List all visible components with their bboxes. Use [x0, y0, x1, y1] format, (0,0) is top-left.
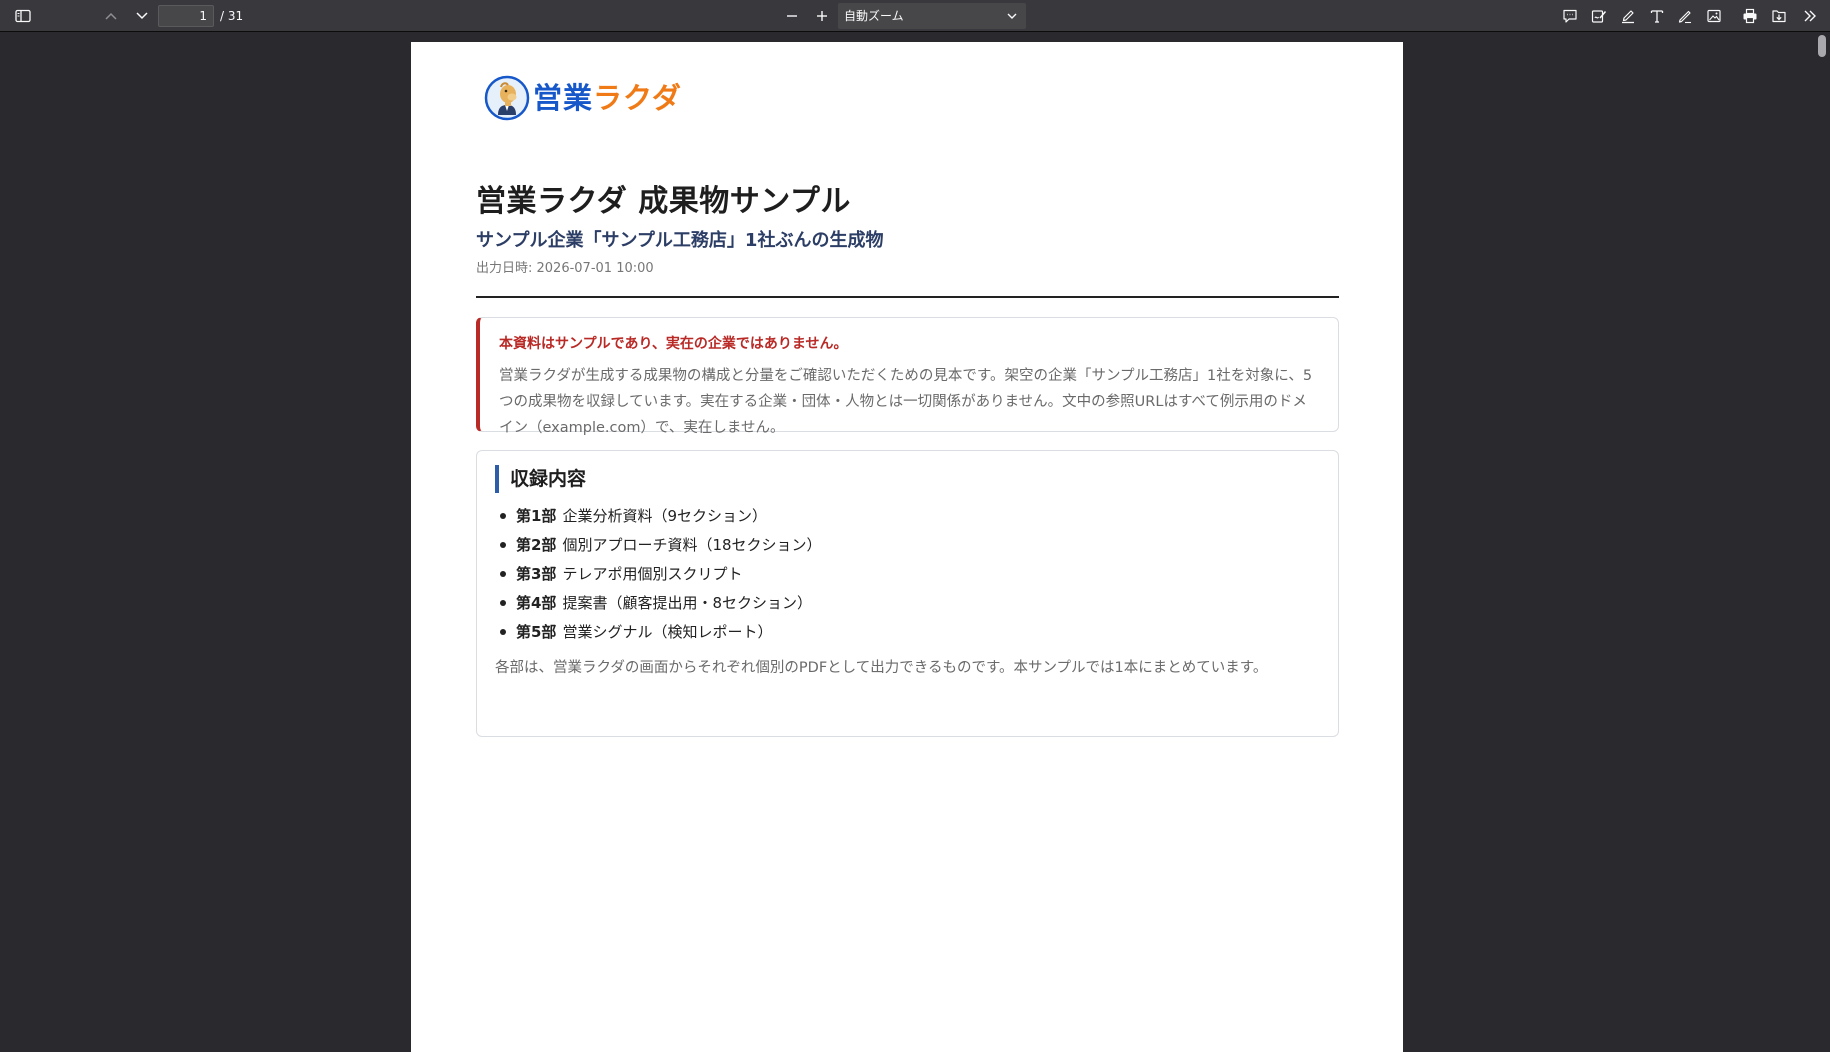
bullet-icon	[500, 512, 506, 519]
text-icon	[1650, 10, 1664, 23]
list-item: 第1部 企業分析資料（9セクション）	[495, 501, 1320, 530]
company-logo: 営業ラクダ	[484, 75, 682, 121]
signature-icon	[1591, 10, 1607, 23]
document-viewer[interactable]: 営業ラクダ 営業ラクダ 成果物サンプル サンプル企業「サンプル工務店」1社ぶんの…	[0, 33, 1830, 1052]
list-item: 第3部 テレアポ用個別スクリプト	[495, 559, 1320, 588]
part-description: テレアポ用個別スクリプト	[562, 565, 743, 583]
contents-box: 収録内容 第1部 企業分析資料（9セクション） 第2部 個別アプローチ資料（18…	[476, 450, 1339, 737]
title-divider	[476, 296, 1339, 298]
zoom-out-button[interactable]	[779, 4, 805, 28]
save-icon	[1772, 10, 1786, 23]
document-subtitle: サンプル企業「サンプル工務店」1社ぶんの生成物	[476, 230, 884, 251]
part-description: 個別アプローチ資料（18セクション）	[562, 536, 822, 554]
sidebar-toggle-button[interactable]	[10, 4, 36, 28]
contents-note: 各部は、営業ラクダの画面からそれぞれ個別のPDFとして出力できるものです。本サン…	[495, 660, 1268, 676]
next-page-icon	[136, 12, 148, 20]
sample-notice-box: 本資料はサンプルであり、実在の企業ではありません。 営業ラクダが生成する成果物の…	[476, 317, 1339, 436]
vertical-scrollbar-thumb[interactable]	[1818, 35, 1826, 57]
tools-menu-button[interactable]	[1797, 4, 1823, 28]
list-item: 第5部 営業シグナル（検知レポート）	[495, 617, 1320, 646]
tools-menu-icon	[1804, 10, 1816, 22]
notice-body: 営業ラクダが生成する成果物の構成と分量をご確認いただくための見本です。架空の企業…	[499, 368, 1313, 436]
part-label: 第4部	[516, 594, 557, 612]
output-date: 出力日時: 2026-07-01 10:00	[476, 261, 654, 276]
contents-heading: 収録内容	[495, 465, 1320, 493]
part-label: 第3部	[516, 565, 557, 583]
highlight-icon	[1622, 10, 1634, 24]
save-button[interactable]	[1766, 4, 1792, 28]
image-icon	[1707, 9, 1721, 23]
text-tool-button[interactable]	[1644, 4, 1670, 28]
zoom-in-button[interactable]	[809, 4, 835, 28]
contents-list: 第1部 企業分析資料（9セクション） 第2部 個別アプローチ資料（18セクション…	[495, 501, 1320, 646]
camel-mascot-icon	[484, 75, 530, 121]
draw-button[interactable]	[1672, 4, 1698, 28]
bullet-icon	[500, 628, 506, 635]
document-title: 営業ラクダ 成果物サンプル	[476, 184, 851, 219]
pdf-page: 営業ラクダ 営業ラクダ 成果物サンプル サンプル企業「サンプル工務店」1社ぶんの…	[411, 42, 1403, 1052]
comment-button[interactable]	[1557, 4, 1583, 28]
notice-title: 本資料はサンプルであり、実在の企業ではありません。	[499, 336, 848, 352]
page-count-label: / 31	[220, 9, 244, 23]
zoom-out-icon	[787, 15, 797, 17]
highlight-button[interactable]	[1615, 4, 1641, 28]
logo-text-blue: 営業	[533, 81, 594, 115]
bullet-icon	[500, 570, 506, 577]
comment-icon	[1563, 9, 1577, 23]
list-item: 第4部 提案書（顧客提出用・8セクション）	[495, 588, 1320, 617]
bullet-icon	[500, 541, 506, 548]
draw-icon	[1678, 10, 1691, 24]
zoom-select-value: 自動ズーム	[844, 9, 904, 23]
chevron-down-icon	[1007, 13, 1017, 19]
logo-wordmark: 営業ラクダ	[533, 78, 682, 118]
part-description: 営業シグナル（検知レポート）	[562, 623, 773, 641]
part-label: 第5部	[516, 623, 557, 641]
list-item: 第2部 個別アプローチ資料（18セクション）	[495, 530, 1320, 559]
part-label: 第2部	[516, 536, 557, 554]
sidebar-toggle-icon	[15, 9, 31, 23]
page-number-input[interactable]: 1	[158, 5, 214, 27]
part-description: 企業分析資料（9セクション）	[562, 507, 767, 525]
print-button[interactable]	[1737, 4, 1763, 28]
print-icon	[1743, 8, 1757, 24]
contents-title: 収録内容	[510, 468, 587, 490]
image-button[interactable]	[1701, 4, 1727, 28]
pdf-toolbar: 1 / 31 自動ズーム	[0, 0, 1830, 32]
zoom-in-icon	[817, 11, 827, 21]
previous-page-button[interactable]	[98, 4, 124, 28]
part-description: 提案書（顧客提出用・8セクション）	[562, 594, 812, 612]
logo-text-orange: ラクダ	[593, 81, 682, 115]
bullet-icon	[500, 599, 506, 606]
zoom-select[interactable]: 自動ズーム	[838, 3, 1026, 29]
contents-accent-bar	[495, 465, 499, 493]
next-page-button[interactable]	[129, 4, 155, 28]
signature-button[interactable]	[1586, 4, 1612, 28]
part-label: 第1部	[516, 507, 557, 525]
previous-page-icon	[105, 12, 117, 20]
